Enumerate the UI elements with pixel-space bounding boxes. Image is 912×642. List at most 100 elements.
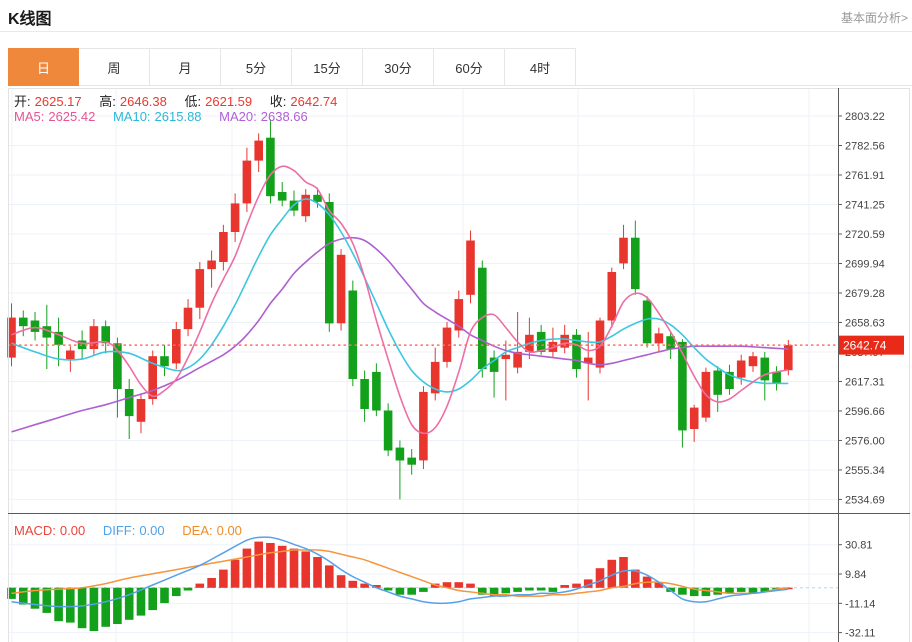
svg-text:2617.31: 2617.31 [845, 376, 885, 388]
candle-body [254, 140, 263, 161]
candle-body [595, 320, 605, 368]
candle-body [19, 317, 28, 327]
candle-body [713, 370, 722, 395]
macd-value: 0.00 [59, 523, 86, 538]
ma10-label: MA10: [112, 109, 151, 124]
candle-body [372, 371, 381, 411]
candle-body [266, 137, 275, 197]
svg-text:2761.91: 2761.91 [845, 170, 885, 182]
low-value: 2621.59 [205, 94, 253, 109]
candle-body [383, 410, 393, 451]
svg-text:2534.69: 2534.69 [845, 494, 885, 506]
svg-text:2741.25: 2741.25 [845, 199, 885, 211]
macd-readout: MACD: 0.00 DIFF: 0.00 DEA: 0.00 [14, 523, 246, 538]
low-label: 低: [184, 94, 202, 109]
ma20-value: 2638.66 [260, 109, 308, 124]
candle-body [242, 160, 252, 204]
candle-body [360, 379, 369, 409]
ma-readout: MA5: 2625.42 MA10: 2615.88 MA20: 2638.66 [14, 109, 312, 124]
candle-body [336, 254, 346, 324]
candle-body [101, 326, 110, 344]
title-divider [0, 31, 912, 32]
tab-5分[interactable]: 5分 [221, 48, 292, 86]
svg-text:30.81: 30.81 [845, 540, 873, 552]
ma10-value: 2615.88 [154, 109, 202, 124]
svg-text:2576.00: 2576.00 [845, 435, 885, 447]
tab-月[interactable]: 月 [150, 48, 221, 86]
ohlc-readout: 开: 2625.17 高: 2646.38 低: 2621.59 收: 2642.74 [14, 91, 341, 110]
candle-body [160, 356, 169, 367]
close-value: 2642.74 [290, 94, 338, 109]
candle-body [301, 194, 310, 217]
macd-axis-labels: 30.81 9.84 -11.14 -32.11 [838, 540, 875, 640]
svg-text:-11.14: -11.14 [845, 598, 875, 610]
svg-text:2720.59: 2720.59 [845, 229, 885, 241]
macd-label: MACD: [14, 523, 56, 538]
svg-text:2596.66: 2596.66 [845, 406, 885, 418]
svg-text:9.84: 9.84 [845, 569, 866, 581]
tab-filler [576, 48, 912, 86]
open-value: 2625.17 [34, 94, 82, 109]
fundamental-analysis-link[interactable]: 基本面分析> [841, 9, 908, 26]
candle-body [230, 203, 240, 232]
chart-borders [8, 88, 910, 642]
price-axis-labels: 2803.22 2782.56 2761.91 2741.25 2720.59 2699.… [838, 111, 885, 506]
tab-15分[interactable]: 15分 [292, 48, 363, 86]
ma5-value: 2625.42 [48, 109, 96, 124]
candle-body [501, 354, 511, 360]
high-label: 高: [99, 94, 116, 109]
candle-body [195, 269, 205, 308]
open-label: 开: [14, 94, 31, 109]
candle-body [654, 333, 664, 344]
candle-body [30, 320, 40, 332]
macd-histogram [7, 541, 793, 631]
candle-body [536, 331, 546, 352]
candle-body [136, 399, 146, 422]
candle-body [631, 237, 640, 290]
diff-label: DIFF: [102, 523, 136, 538]
candle-body [607, 272, 617, 321]
svg-text:2803.22: 2803.22 [845, 111, 885, 123]
candle-body [348, 290, 358, 379]
candle-body [689, 407, 699, 429]
svg-text:2642.74: 2642.74 [843, 339, 887, 353]
candle-body [419, 391, 428, 461]
svg-text:2699.94: 2699.94 [845, 258, 885, 270]
kline-panel: K线图 基本面分析> 日周月 5分 15分 30分 60分 4时 开: 2625.17 高:… [0, 0, 912, 642]
svg-text:-32.11: -32.11 [845, 628, 875, 640]
candle-body [325, 202, 334, 324]
candle-body [407, 457, 416, 465]
high-value: 2646.38 [119, 94, 167, 109]
candle-body [772, 371, 781, 384]
svg-text:2555.34: 2555.34 [845, 465, 885, 477]
svg-text:2782.56: 2782.56 [845, 141, 885, 153]
candlestick-series[interactable] [7, 119, 793, 500]
candle-body [619, 237, 628, 264]
tab-30分[interactable]: 30分 [363, 48, 434, 86]
candle-body [466, 240, 475, 295]
candle-body [207, 260, 216, 270]
ma5-label: MA5: [14, 109, 45, 124]
candle-body [183, 307, 193, 330]
diff-value: 0.00 [139, 523, 165, 538]
ma10-line [11, 198, 789, 393]
candle-body [219, 232, 228, 262]
close-label: 收: [269, 94, 287, 109]
candle-body [172, 329, 181, 364]
tab-60分[interactable]: 60分 [434, 48, 505, 86]
tab-4时[interactable]: 4时 [505, 48, 576, 86]
svg-text:2658.63: 2658.63 [845, 317, 885, 329]
dea-label: DEA: [182, 523, 213, 538]
candle-body [395, 447, 405, 461]
page-title: K线图 [8, 11, 52, 28]
ma20-label: MA20: [219, 109, 257, 124]
candle-body [748, 356, 758, 367]
tab-周[interactable]: 周 [79, 48, 150, 86]
candle-body [736, 360, 746, 378]
candle-body [642, 300, 652, 344]
candle-body [124, 389, 134, 417]
period-tabs: 日周月 5分 15分 30分 60分 4时 [8, 48, 576, 86]
candle-body [277, 192, 287, 201]
tab-日[interactable]: 日 [8, 48, 79, 86]
current-price-tag: 2642.74 [839, 335, 904, 355]
